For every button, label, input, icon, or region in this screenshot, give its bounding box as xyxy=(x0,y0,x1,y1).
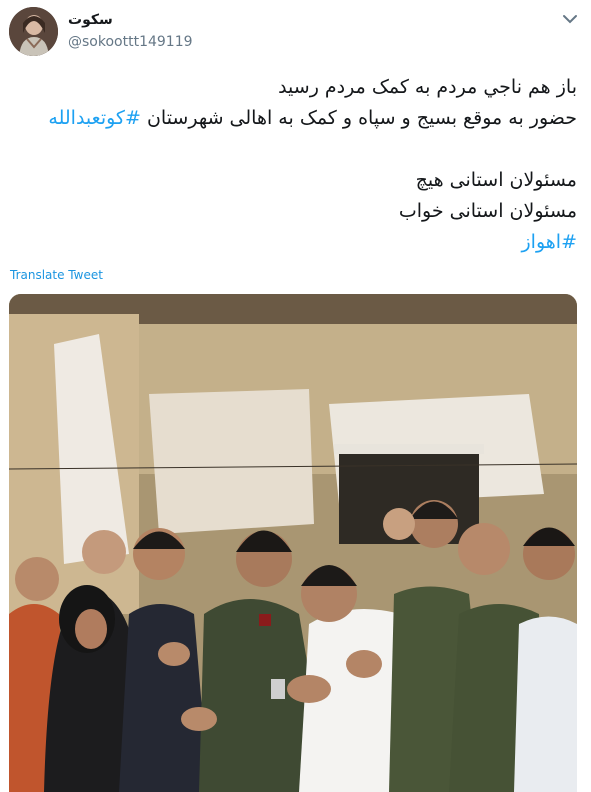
hashtag-link[interactable]: #کوتعبدالله xyxy=(48,107,141,129)
chevron-down-icon[interactable] xyxy=(561,12,579,26)
tweet-photo[interactable] xyxy=(9,294,577,792)
tweet-line-1: باز هم ناجي مردم به کمک مردم رسيد xyxy=(278,76,577,98)
hashtag-link[interactable]: #اهواز xyxy=(17,227,578,258)
user-handle[interactable]: @sokoottt149119 xyxy=(68,34,193,50)
avatar[interactable] xyxy=(9,7,58,56)
tweet-line-4: مسئولان استانی خواب xyxy=(398,200,577,222)
tweet-header: سکوت @sokoottt149119 xyxy=(0,0,591,64)
tweet-text: باز هم ناجي مردم به کمک مردم رسيد حضور ب… xyxy=(17,72,577,258)
tweet-line-2-text: حضور به موقع بسیج و سپاه و کمک به اهالی … xyxy=(146,107,577,129)
translate-tweet-link[interactable]: Translate Tweet xyxy=(10,268,103,282)
display-name[interactable]: سکوت xyxy=(68,12,113,28)
tweet-line-2: حضور به موقع بسیج و سپاه و کمک به اهالی … xyxy=(17,103,577,134)
tweet-line-3: مسئولان استانی هیچ xyxy=(415,169,577,191)
